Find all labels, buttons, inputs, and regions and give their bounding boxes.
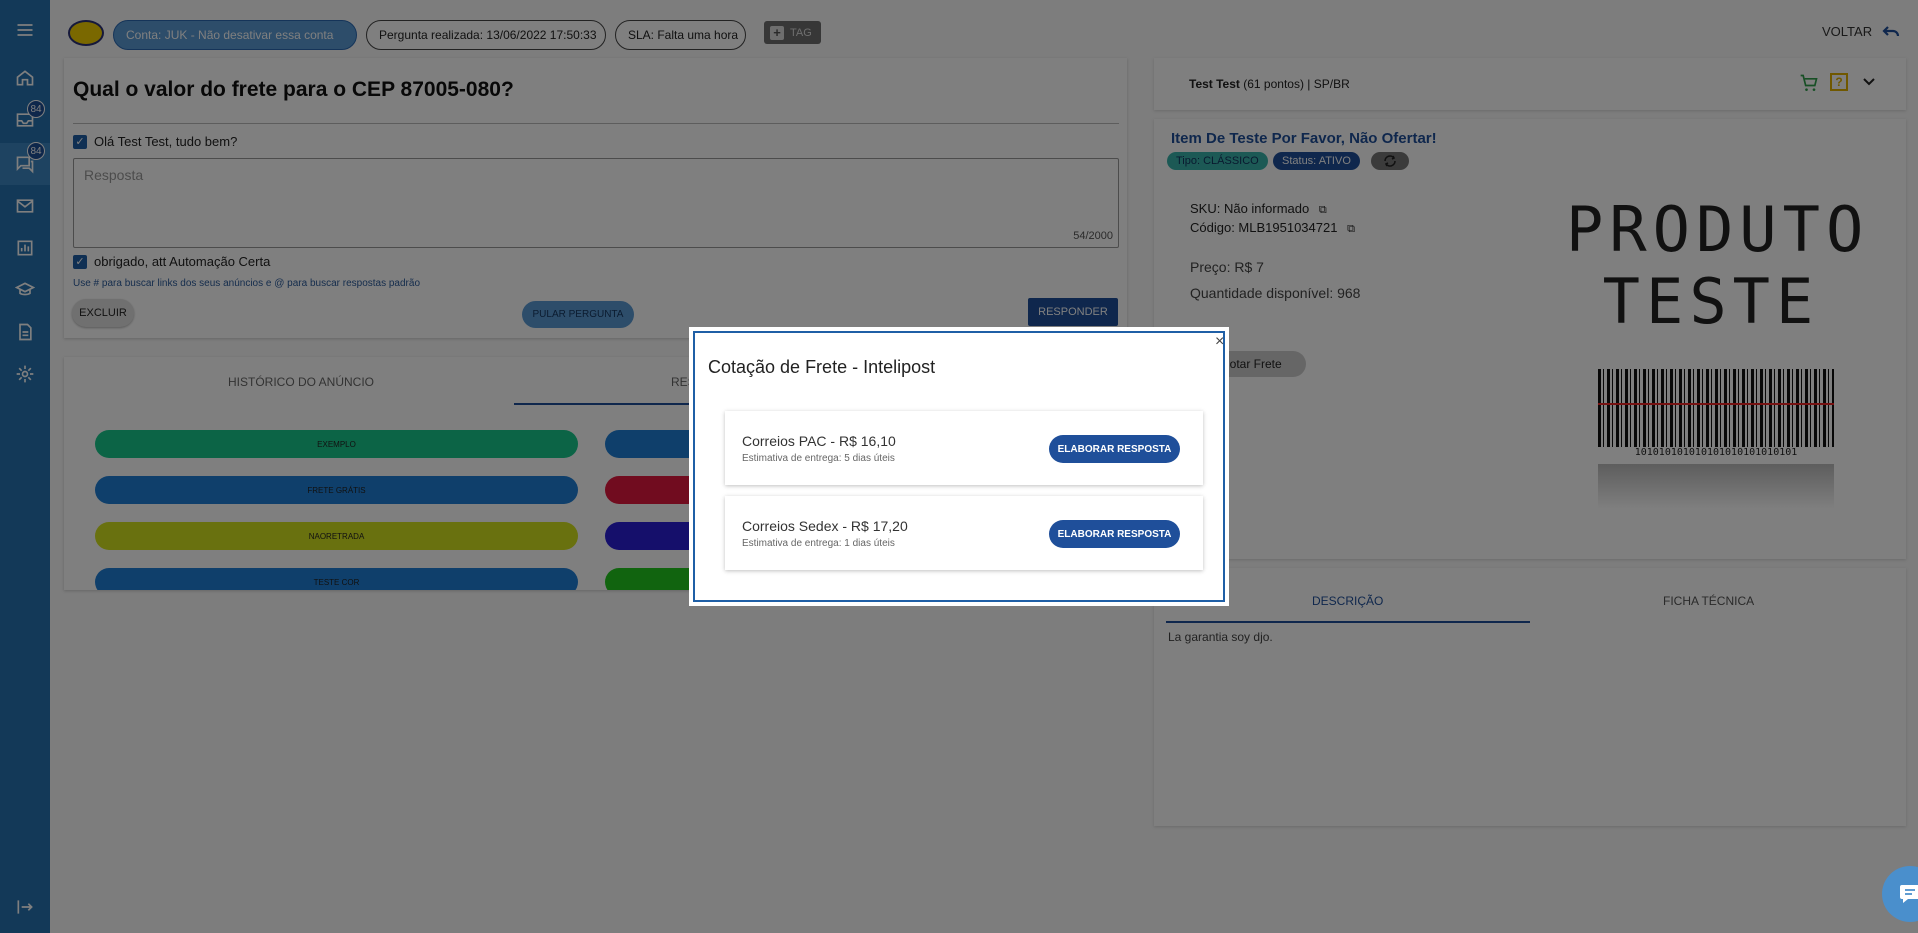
quote-estimate: Estimativa de entrega: 5 dias úteis bbox=[742, 453, 895, 464]
frete-modal: × Cotação de Frete - Intelipost Correios… bbox=[689, 327, 1229, 606]
quote-card: Correios Sedex - R$ 17,20 Estimativa de … bbox=[725, 496, 1203, 570]
elaborar-resposta-button[interactable]: ELABORAR RESPOSTA bbox=[1049, 435, 1180, 463]
modal-title: Cotação de Frete - Intelipost bbox=[708, 357, 936, 377]
quote-estimate: Estimativa de entrega: 1 dias úteis bbox=[742, 538, 895, 549]
quote-name: Correios PAC - R$ 16,10 bbox=[742, 433, 896, 449]
quote-card: Correios PAC - R$ 16,10 Estimativa de en… bbox=[725, 411, 1203, 485]
elaborar-resposta-button[interactable]: ELABORAR RESPOSTA bbox=[1049, 520, 1180, 548]
quote-name: Correios Sedex - R$ 17,20 bbox=[742, 518, 908, 534]
chat-bubble-icon bbox=[1900, 885, 1918, 903]
close-icon[interactable]: × bbox=[1215, 333, 1224, 351]
modal-frame: × Cotação de Frete - Intelipost Correios… bbox=[693, 331, 1225, 602]
